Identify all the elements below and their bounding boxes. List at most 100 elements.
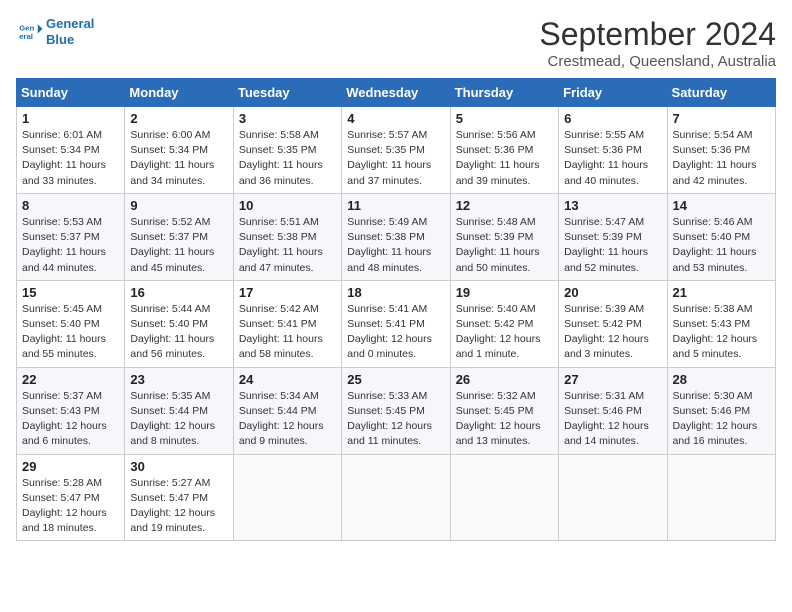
calendar-header-row: SundayMondayTuesdayWednesdayThursdayFrid… — [17, 79, 776, 107]
day-info: Sunrise: 5:44 AM Sunset: 5:40 PM Dayligh… — [130, 302, 227, 363]
day-number: 20 — [564, 285, 661, 300]
calendar-week-4: 22Sunrise: 5:37 AM Sunset: 5:43 PM Dayli… — [17, 367, 776, 454]
month-title: September 2024 — [539, 16, 776, 53]
day-info: Sunrise: 5:27 AM Sunset: 5:47 PM Dayligh… — [130, 476, 227, 537]
title-block: September 2024 Crestmead, Queensland, Au… — [539, 16, 776, 70]
calendar-cell: 24 Sunrise: 5:34 AM Sunset: 5:44 PM Dayli… — [233, 367, 341, 454]
day-info: Sunrise: 5:46 AM Sunset: 5:40 PM Dayligh… — [673, 215, 770, 276]
calendar-cell: 1 Sunrise: 6:01 AM Sunset: 5:34 PM Daylig… — [17, 107, 125, 194]
day-info: Sunrise: 5:52 AM Sunset: 5:37 PM Dayligh… — [130, 215, 227, 276]
calendar-table: SundayMondayTuesdayWednesdayThursdayFrid… — [16, 78, 776, 541]
calendar-cell: 6Sunrise: 5:55 AM Sunset: 5:36 PM Daylig… — [559, 107, 667, 194]
svg-text:eral: eral — [19, 32, 33, 41]
weekday-header-thursday: Thursday — [450, 79, 558, 107]
calendar-week-2: 8Sunrise: 5:53 AM Sunset: 5:37 PM Daylig… — [17, 193, 776, 280]
day-info: Sunrise: 5:28 AM Sunset: 5:47 PM Dayligh… — [22, 476, 119, 537]
day-number: 17 — [239, 285, 336, 300]
day-info: Sunrise: 5:57 AM Sunset: 5:35 PM Dayligh… — [347, 128, 444, 189]
calendar-cell: 3 Sunrise: 5:58 AM Sunset: 5:35 PM Daylig… — [233, 107, 341, 194]
calendar-cell — [450, 454, 558, 541]
calendar-cell: 13 Sunrise: 5:47 AM Sunset: 5:39 PM Dayli… — [559, 193, 667, 280]
calendar-cell: 22Sunrise: 5:37 AM Sunset: 5:43 PM Dayli… — [17, 367, 125, 454]
day-info: Sunrise: 5:34 AM Sunset: 5:44 PM Dayligh… — [239, 389, 336, 450]
location-title: Crestmead, Queensland, Australia — [539, 53, 776, 70]
page-header: Gen eral General Blue September 2024 Cre… — [16, 16, 776, 70]
logo-icon: Gen eral — [16, 18, 44, 46]
calendar-cell — [342, 454, 450, 541]
calendar-cell: 26Sunrise: 5:32 AM Sunset: 5:45 PM Dayli… — [450, 367, 558, 454]
calendar-cell — [667, 454, 775, 541]
day-number: 5 — [456, 111, 553, 126]
calendar-cell: 28Sunrise: 5:30 AM Sunset: 5:46 PM Dayli… — [667, 367, 775, 454]
day-info: Sunrise: 5:45 AM Sunset: 5:40 PM Dayligh… — [22, 302, 119, 363]
calendar-cell — [233, 454, 341, 541]
calendar-cell: 9Sunrise: 5:52 AM Sunset: 5:37 PM Daylig… — [125, 193, 233, 280]
day-number: 14 — [673, 198, 770, 213]
calendar-cell: 30 Sunrise: 5:27 AM Sunset: 5:47 PM Dayli… — [125, 454, 233, 541]
calendar-week-5: 29 Sunrise: 5:28 AM Sunset: 5:47 PM Dayli… — [17, 454, 776, 541]
day-info: Sunrise: 5:53 AM Sunset: 5:37 PM Dayligh… — [22, 215, 119, 276]
day-info: Sunrise: 5:58 AM Sunset: 5:35 PM Dayligh… — [239, 128, 336, 189]
calendar-cell: 27 Sunrise: 5:31 AM Sunset: 5:46 PM Dayli… — [559, 367, 667, 454]
day-number: 16 — [130, 285, 227, 300]
day-number: 29 — [22, 459, 119, 474]
logo-text: General Blue — [46, 16, 94, 47]
day-info: Sunrise: 5:38 AM Sunset: 5:43 PM Dayligh… — [673, 302, 770, 363]
day-info: Sunrise: 6:01 AM Sunset: 5:34 PM Dayligh… — [22, 128, 119, 189]
day-info: Sunrise: 5:33 AM Sunset: 5:45 PM Dayligh… — [347, 389, 444, 450]
day-number: 2 — [130, 111, 227, 126]
day-number: 12 — [456, 198, 553, 213]
calendar-cell: 7 Sunrise: 5:54 AM Sunset: 5:36 PM Daylig… — [667, 107, 775, 194]
calendar-cell: 15 Sunrise: 5:45 AM Sunset: 5:40 PM Dayli… — [17, 280, 125, 367]
weekday-header-wednesday: Wednesday — [342, 79, 450, 107]
svg-text:Gen: Gen — [19, 23, 34, 32]
calendar-cell: 17 Sunrise: 5:42 AM Sunset: 5:41 PM Dayli… — [233, 280, 341, 367]
day-number: 24 — [239, 372, 336, 387]
calendar-week-3: 15 Sunrise: 5:45 AM Sunset: 5:40 PM Dayli… — [17, 280, 776, 367]
day-number: 23 — [130, 372, 227, 387]
day-info: Sunrise: 5:32 AM Sunset: 5:45 PM Dayligh… — [456, 389, 553, 450]
day-number: 30 — [130, 459, 227, 474]
calendar-cell: 2 Sunrise: 6:00 AM Sunset: 5:34 PM Daylig… — [125, 107, 233, 194]
day-number: 11 — [347, 198, 444, 213]
calendar-week-1: 1 Sunrise: 6:01 AM Sunset: 5:34 PM Daylig… — [17, 107, 776, 194]
weekday-header-tuesday: Tuesday — [233, 79, 341, 107]
day-number: 3 — [239, 111, 336, 126]
day-number: 25 — [347, 372, 444, 387]
day-info: Sunrise: 5:35 AM Sunset: 5:44 PM Dayligh… — [130, 389, 227, 450]
logo: Gen eral General Blue — [16, 16, 94, 47]
calendar-cell: 5Sunrise: 5:56 AM Sunset: 5:36 PM Daylig… — [450, 107, 558, 194]
day-number: 13 — [564, 198, 661, 213]
day-info: Sunrise: 5:31 AM Sunset: 5:46 PM Dayligh… — [564, 389, 661, 450]
calendar-cell: 25 Sunrise: 5:33 AM Sunset: 5:45 PM Dayli… — [342, 367, 450, 454]
day-number: 27 — [564, 372, 661, 387]
day-info: Sunrise: 5:47 AM Sunset: 5:39 PM Dayligh… — [564, 215, 661, 276]
day-info: Sunrise: 5:48 AM Sunset: 5:39 PM Dayligh… — [456, 215, 553, 276]
day-info: Sunrise: 6:00 AM Sunset: 5:34 PM Dayligh… — [130, 128, 227, 189]
calendar-cell: 14 Sunrise: 5:46 AM Sunset: 5:40 PM Dayli… — [667, 193, 775, 280]
calendar-cell: 21Sunrise: 5:38 AM Sunset: 5:43 PM Dayli… — [667, 280, 775, 367]
day-info: Sunrise: 5:30 AM Sunset: 5:46 PM Dayligh… — [673, 389, 770, 450]
calendar-cell: 12 Sunrise: 5:48 AM Sunset: 5:39 PM Dayli… — [450, 193, 558, 280]
day-number: 15 — [22, 285, 119, 300]
day-info: Sunrise: 5:55 AM Sunset: 5:36 PM Dayligh… — [564, 128, 661, 189]
calendar-cell: 4Sunrise: 5:57 AM Sunset: 5:35 PM Daylig… — [342, 107, 450, 194]
weekday-header-friday: Friday — [559, 79, 667, 107]
day-info: Sunrise: 5:51 AM Sunset: 5:38 PM Dayligh… — [239, 215, 336, 276]
calendar-cell — [559, 454, 667, 541]
calendar-cell: 23 Sunrise: 5:35 AM Sunset: 5:44 PM Dayli… — [125, 367, 233, 454]
weekday-header-saturday: Saturday — [667, 79, 775, 107]
day-number: 7 — [673, 111, 770, 126]
day-info: Sunrise: 5:49 AM Sunset: 5:38 PM Dayligh… — [347, 215, 444, 276]
calendar-cell: 18Sunrise: 5:41 AM Sunset: 5:41 PM Dayli… — [342, 280, 450, 367]
weekday-header-sunday: Sunday — [17, 79, 125, 107]
calendar-cell: 16 Sunrise: 5:44 AM Sunset: 5:40 PM Dayli… — [125, 280, 233, 367]
day-info: Sunrise: 5:40 AM Sunset: 5:42 PM Dayligh… — [456, 302, 553, 363]
day-info: Sunrise: 5:42 AM Sunset: 5:41 PM Dayligh… — [239, 302, 336, 363]
weekday-header-monday: Monday — [125, 79, 233, 107]
day-info: Sunrise: 5:54 AM Sunset: 5:36 PM Dayligh… — [673, 128, 770, 189]
day-number: 1 — [22, 111, 119, 126]
calendar-cell: 11 Sunrise: 5:49 AM Sunset: 5:38 PM Dayli… — [342, 193, 450, 280]
day-number: 22 — [22, 372, 119, 387]
day-number: 18 — [347, 285, 444, 300]
